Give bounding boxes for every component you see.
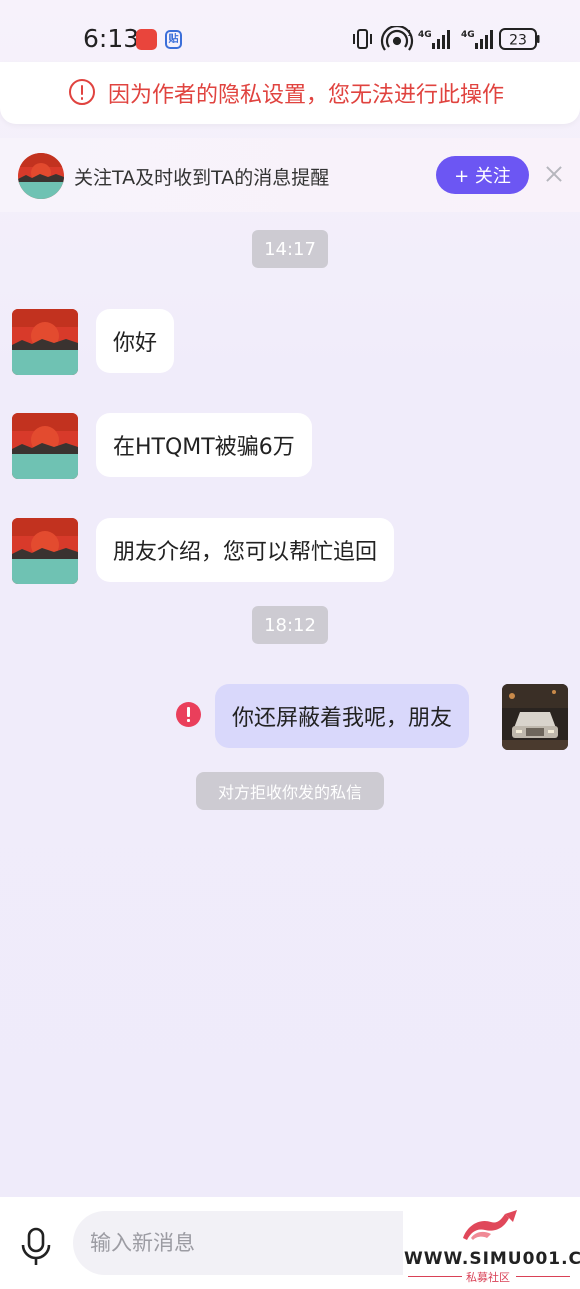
- status-time: 6:13: [83, 24, 140, 53]
- incoming-message-bubble[interactable]: 在HTQMT被骗6万: [96, 413, 312, 477]
- vibrate-icon: [353, 29, 372, 49]
- svg-text:4G: 4G: [461, 30, 475, 40]
- warning-icon: [69, 79, 95, 105]
- svg-text:23: 23: [509, 33, 527, 49]
- signal-icon-2: [475, 30, 493, 49]
- system-notice-chip: 对方拒收你发的私信: [196, 772, 384, 810]
- follow-avatar[interactable]: [18, 153, 64, 199]
- app-notification-icon: [136, 29, 157, 50]
- sunset-avatar-image: [12, 309, 78, 375]
- battery-icon: 23: [499, 28, 540, 50]
- outgoing-message-bubble[interactable]: 你还屏蔽着我呢，朋友: [215, 684, 470, 748]
- incoming-message-bubble[interactable]: 你好: [96, 309, 175, 373]
- sender-avatar[interactable]: [12, 413, 78, 479]
- svg-text:1: 1: [407, 29, 412, 38]
- send-failed-icon[interactable]: [176, 702, 201, 727]
- timestamp-chip: 18:12: [252, 606, 328, 644]
- close-icon[interactable]: [543, 163, 565, 185]
- svg-text:4G: 4G: [418, 30, 432, 40]
- simu-logo-icon: [463, 1210, 517, 1240]
- tieba-notification-icon: 贴: [165, 30, 182, 49]
- car-avatar-image: [502, 684, 568, 750]
- sunset-avatar-image: [18, 153, 64, 199]
- incoming-message-bubble[interactable]: 朋友介绍，您可以帮忙追回: [96, 518, 395, 582]
- follow-button[interactable]: + 关注: [436, 156, 529, 194]
- watermark-site-text: WWW.SIMU001.CN: [404, 1249, 580, 1269]
- warning-text: 因为作者的隐私设置，您无法进行此操作: [108, 83, 505, 108]
- follow-prompt-text: 关注TA及时收到TA的消息提醒: [74, 167, 330, 189]
- sender-avatar[interactable]: [12, 518, 78, 584]
- watermark-line-right: [516, 1276, 570, 1277]
- watermark-sub-text: 私募社区: [466, 1271, 510, 1284]
- sender-avatar[interactable]: [12, 309, 78, 375]
- system-status-icons: 1 4G 4G 23: [353, 26, 540, 51]
- microphone-icon[interactable]: [20, 1227, 52, 1267]
- sunset-avatar-image: [12, 518, 78, 584]
- watermark-line-left: [408, 1276, 462, 1277]
- sunset-avatar-image: [12, 413, 78, 479]
- timestamp-chip: 14:17: [252, 230, 328, 268]
- my-avatar[interactable]: [502, 684, 568, 750]
- signal-icon-1: [432, 30, 450, 49]
